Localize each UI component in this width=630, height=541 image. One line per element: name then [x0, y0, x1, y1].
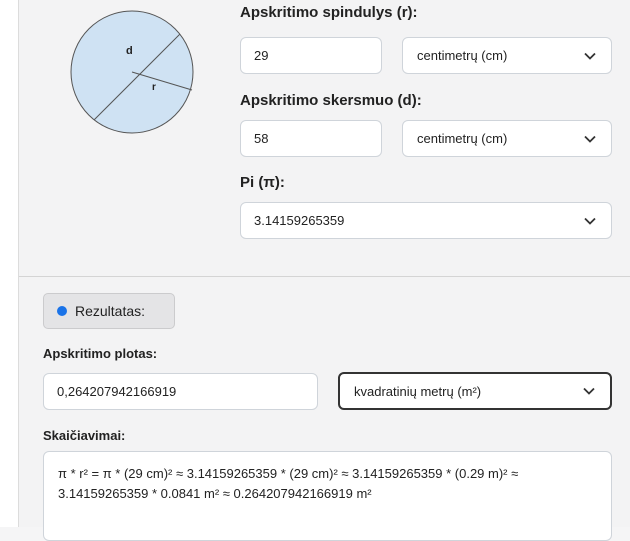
diameter-input[interactable] — [240, 120, 382, 157]
calculations-label: Skaičiavimai: — [43, 428, 126, 443]
radius-input[interactable] — [240, 37, 382, 74]
radius-unit-text: centimetrų (cm) — [417, 48, 508, 63]
left-edge-strip — [0, 0, 19, 527]
area-label: Apskritimo plotas: — [43, 346, 158, 361]
status-dot-icon — [57, 306, 67, 316]
calculations-box: π * r² = π * (29 cm)² ≈ 3.14159265359 * … — [43, 451, 612, 541]
chevron-down-icon — [583, 214, 597, 228]
diameter-label: Apskritimo skersmuo (d): — [240, 92, 422, 109]
result-button-label: Rezultatas: — [75, 303, 146, 319]
radius-letter: r — [152, 82, 156, 93]
circle-diagram-icon: d r — [70, 10, 194, 134]
pi-value-text: 3.14159265359 — [254, 213, 345, 228]
chevron-down-icon — [582, 384, 596, 398]
area-unit-text: kvadratinių metrų (m²) — [354, 383, 482, 399]
pi-select[interactable]: 3.14159265359 — [240, 202, 612, 239]
calculations-text: π * r² = π * (29 cm)² ≈ 3.14159265359 * … — [58, 466, 519, 501]
result-button[interactable]: Rezultatas: — [43, 293, 175, 329]
diameter-letter: d — [126, 45, 133, 57]
chevron-down-icon — [583, 49, 597, 63]
chevron-down-icon — [583, 132, 597, 146]
pi-label: Pi (π): — [240, 174, 285, 191]
radius-label: Apskritimo spindulys (r): — [240, 4, 418, 21]
radius-unit-select[interactable]: centimetrų (cm) — [402, 37, 612, 74]
area-unit-select[interactable]: kvadratinių metrų (m²) — [338, 372, 612, 410]
diameter-unit-select[interactable]: centimetrų (cm) — [402, 120, 612, 157]
diameter-unit-text: centimetrų (cm) — [417, 131, 508, 146]
area-output[interactable] — [43, 373, 318, 410]
